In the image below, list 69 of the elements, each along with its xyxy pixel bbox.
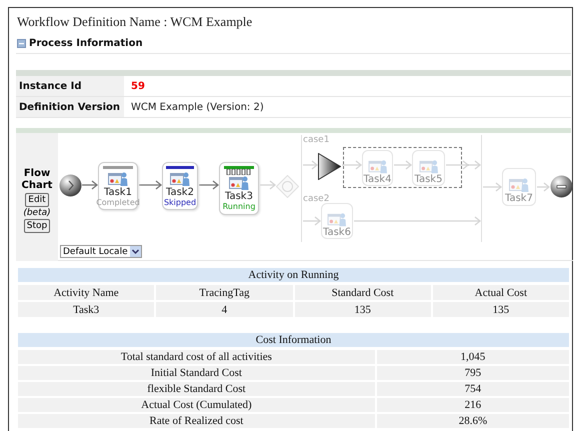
user-task-icon: [170, 171, 190, 187]
arrow: [199, 180, 220, 190]
table-cell: 135: [432, 302, 569, 317]
task-name: Task1: [104, 187, 132, 198]
field-label: Definition Version: [16, 97, 124, 117]
edit-button[interactable]: Edit: [25, 192, 49, 206]
task-name: Task5: [414, 174, 442, 185]
table-cell: Actual Cost (Cumulated): [18, 398, 375, 412]
column-header: Activity Name: [18, 285, 154, 300]
task-name: Task4: [364, 174, 392, 185]
table-cell: Initial Standard Cost: [18, 366, 375, 380]
table-title: Cost Information: [18, 333, 569, 347]
user-task-icon: [229, 175, 249, 191]
table-cell: Rate of Realized cost: [18, 414, 375, 428]
task-node[interactable]: Task2 Skipped: [162, 162, 198, 210]
table-cell: Total standard cost of all activities: [18, 350, 375, 364]
page-title: Workflow Definition Name : WCM Example: [16, 13, 254, 31]
collapse-icon[interactable]: [17, 39, 26, 48]
field-label: Instance Id: [16, 76, 124, 96]
arrow: [139, 180, 162, 190]
dropdown-caret-icon: [130, 246, 141, 257]
table-cell: 1,045: [376, 350, 569, 364]
task-name: Task2: [166, 187, 194, 198]
stop-button[interactable]: Stop: [24, 218, 50, 232]
column-header: Actual Cost: [432, 285, 569, 300]
beta-note: (beta): [23, 208, 51, 218]
table-cell: flexible Standard Cost: [18, 382, 375, 396]
table-cell: 754: [376, 382, 569, 396]
task-name: Task3: [225, 191, 253, 202]
table-cell: 795: [376, 366, 569, 380]
arrow: [394, 160, 412, 170]
user-task-icon: [418, 158, 438, 174]
field-value: 59: [130, 80, 146, 94]
start-event-icon: [60, 174, 82, 196]
branch-split-icon: [318, 153, 341, 180]
column-header: Standard Cost: [294, 285, 431, 300]
table-cell: Task3: [18, 302, 154, 317]
table-cell: 4: [156, 302, 292, 317]
arrow: [342, 160, 362, 170]
task-status: Completed: [96, 198, 140, 207]
user-task-icon: [368, 158, 388, 174]
task-status: Skipped: [164, 198, 196, 207]
section-title: Process Information: [29, 38, 143, 49]
table-cell: 135: [294, 302, 431, 317]
table-cell: 28.6%: [376, 414, 569, 428]
task-node[interactable]: Task3 Running: [219, 162, 259, 215]
status-icon: [226, 169, 252, 175]
arrow: [260, 180, 276, 190]
task-name: Task7: [505, 193, 533, 204]
arrow: [303, 160, 318, 170]
gateway-icon: [276, 175, 299, 198]
task-status: Running: [222, 202, 256, 211]
arrow: [82, 180, 98, 190]
task-node[interactable]: Task1 Completed: [98, 162, 138, 210]
table-cell: 216: [376, 398, 569, 412]
field-value: WCM Example (Version: 2): [130, 100, 265, 114]
user-task-icon: [108, 171, 128, 187]
arrow: [537, 182, 550, 192]
branch-label: case2: [303, 194, 330, 204]
user-task-icon: [509, 177, 529, 193]
arrow: [303, 216, 322, 226]
flow-chart-label: Flow Chart: [20, 168, 54, 192]
task-name: Task6: [323, 227, 351, 238]
arrow: [483, 182, 502, 192]
column-header: TracingTag: [156, 285, 292, 300]
branch-label: case1: [303, 135, 330, 145]
locale-select[interactable]: Default Locale: [60, 245, 142, 258]
user-task-icon: [327, 212, 347, 227]
table-title: Activity on Running: [18, 268, 569, 282]
